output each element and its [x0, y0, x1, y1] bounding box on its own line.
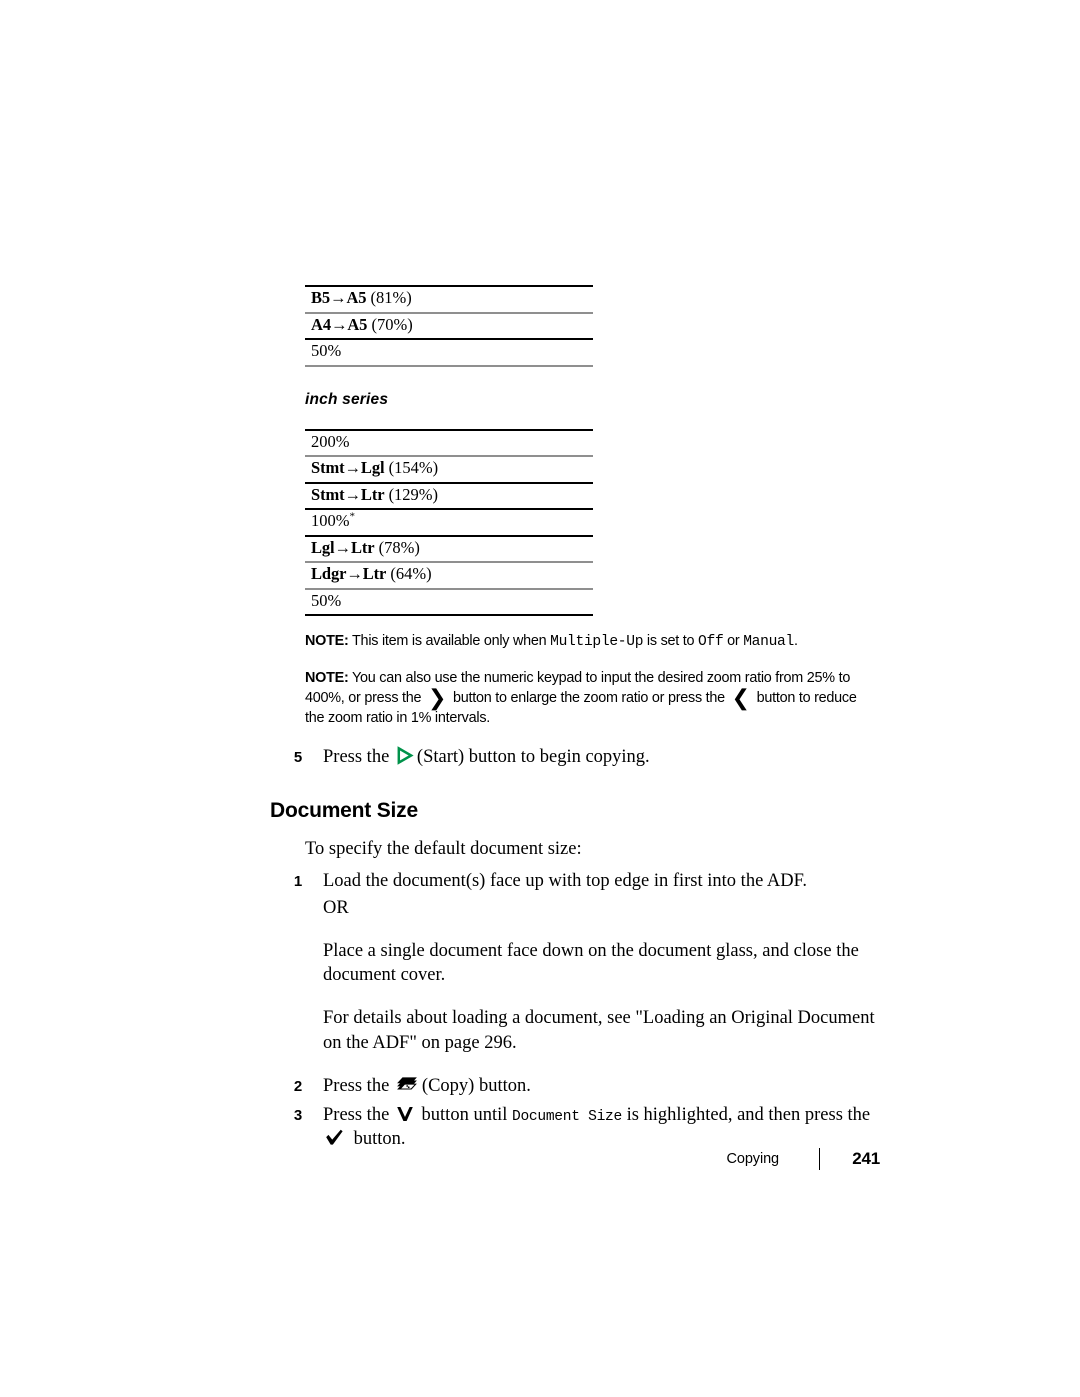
down-arrow-icon	[396, 1105, 414, 1122]
step-2: 2 Press the (Copy) button.	[288, 1074, 880, 1099]
table-row: 200%	[305, 429, 593, 457]
note-label: NOTE:	[305, 670, 349, 687]
check-icon	[325, 1129, 344, 1146]
note-text: This item is available only when	[348, 633, 551, 649]
note-code-multiple-up: Multiple-Up	[550, 634, 644, 650]
step-text: Load the document(s) face up with top ed…	[323, 870, 808, 891]
step-text: (Start) button to begin copying.	[416, 746, 650, 767]
step-1: 1 Load the document(s) face up with top e…	[288, 869, 880, 894]
ratio-percent: (154%)	[388, 458, 439, 478]
note-code-off: Off	[698, 634, 724, 650]
step-text: button.	[349, 1129, 406, 1150]
ratio-code: Stmt→Ltr	[311, 484, 385, 504]
note-text: button to enlarge the zoom ratio or pres…	[449, 690, 729, 706]
table-cell: A4→A5 (70%)	[305, 312, 593, 340]
footer-inner: Copying 241	[726, 1148, 880, 1170]
step-5: 5 Press the (Start) button to begin copyi…	[288, 745, 880, 770]
ratio-code: 100%	[311, 511, 350, 531]
ratio-percent: (64%)	[390, 564, 432, 584]
footnote-asterisk: *	[349, 510, 356, 523]
ratio-code: Stmt→Lgl	[311, 458, 385, 478]
step-text: Press the	[323, 1104, 394, 1125]
page-number: 241	[852, 1149, 880, 1168]
menu-item-document-size: Document Size	[512, 1108, 622, 1125]
series-heading: inch series	[305, 390, 389, 408]
footer-chapter-label: Copying	[726, 1151, 780, 1167]
note-text: is set to	[643, 633, 699, 649]
table-cell: Stmt→Ltr (129%)	[305, 482, 593, 510]
table-cell: Stmt→Lgl (154%)	[305, 456, 593, 484]
note-label: NOTE:	[305, 633, 349, 649]
inch-ratio-table: 200% Stmt→Lgl (154%) Stmt→Ltr (129%) 100…	[305, 428, 593, 617]
ratio-code: 200%	[311, 431, 350, 451]
paragraph-document-glass: Place a single document face down on the…	[323, 940, 859, 986]
step-text: (Copy) button.	[421, 1076, 531, 1096]
ratio-code: B5→A5	[311, 288, 367, 308]
table-row: Stmt→Lgl (154%)	[305, 456, 593, 484]
table-row: A4→A5 (70%)	[305, 312, 593, 340]
table-row: 50%	[305, 588, 593, 616]
step-3: 3 Press the button until Document Size is…	[288, 1103, 880, 1152]
note-zoom-ratio: NOTE: You can also use the numeric keypa…	[305, 670, 857, 726]
paragraph-loading-reference: For details about loading a document, se…	[323, 1008, 875, 1053]
ratio-code: A4→A5	[311, 314, 368, 334]
manual-page: B5→A5 (81%) A4→A5 (70%) 50% inch series …	[0, 0, 1080, 1397]
step-text: Press the	[323, 1076, 394, 1096]
step-number: 3	[293, 1106, 303, 1124]
ratio-percent: (78%)	[378, 537, 420, 557]
copy-icon	[396, 1076, 418, 1094]
or-text: OR	[323, 897, 349, 918]
table-row: Ldgr→Ltr (64%)	[305, 562, 593, 590]
step-text: Press the	[323, 746, 394, 767]
step-text: is highlighted, and then press the	[621, 1104, 871, 1125]
step-number: 1	[293, 872, 303, 890]
table-cell: 200%	[305, 429, 593, 457]
inch-ratio-table-body: 200% Stmt→Lgl (154%) Stmt→Ltr (129%) 100…	[305, 429, 593, 616]
ratio-code: Lgl→Ltr	[311, 537, 375, 557]
table-cell: 50%	[305, 588, 593, 616]
intro-text: To specify the default document size:	[305, 839, 582, 860]
ratio-percent: (81%)	[370, 288, 412, 308]
start-icon	[395, 746, 414, 765]
note-code-manual: Manual	[743, 634, 794, 650]
table-row: 100%*	[305, 509, 593, 537]
page-title: Document Size	[270, 799, 418, 823]
table-cell: B5→A5 (81%)	[305, 286, 593, 314]
metric-ratio-table: B5→A5 (81%) A4→A5 (70%) 50%	[305, 285, 593, 367]
note-text: .	[793, 633, 798, 649]
page-footer: Copying 241	[270, 1148, 880, 1174]
table-cell: Lgl→Ltr (78%)	[305, 535, 593, 563]
ratio-code: 50%	[311, 341, 342, 361]
ratio-code: 50%	[311, 590, 342, 610]
footer-divider	[819, 1148, 820, 1170]
table-row: Lgl→Ltr (78%)	[305, 535, 593, 563]
table-cell: 100%*	[305, 509, 593, 537]
ratio-percent: (129%)	[388, 484, 439, 504]
table-row: Stmt→Ltr (129%)	[305, 482, 593, 510]
step-text: button until	[416, 1104, 512, 1125]
metric-ratio-table-body: B5→A5 (81%) A4→A5 (70%) 50%	[305, 286, 593, 367]
note-text: or	[723, 633, 744, 649]
table-row: B5→A5 (81%)	[305, 286, 593, 314]
table-row: 50%	[305, 339, 593, 367]
table-cell: Ldgr→Ltr (64%)	[305, 562, 593, 590]
page-content: B5→A5 (81%) A4→A5 (70%) 50% inch series …	[270, 285, 880, 1152]
ratio-percent: (70%)	[371, 314, 413, 334]
step-number: 5	[293, 748, 303, 766]
ratio-code: Ldgr→Ltr	[311, 564, 387, 584]
note-multiple-up: NOTE: This item is available only when M…	[305, 632, 867, 652]
table-cell: 50%	[305, 339, 593, 367]
step-number: 2	[293, 1078, 303, 1095]
